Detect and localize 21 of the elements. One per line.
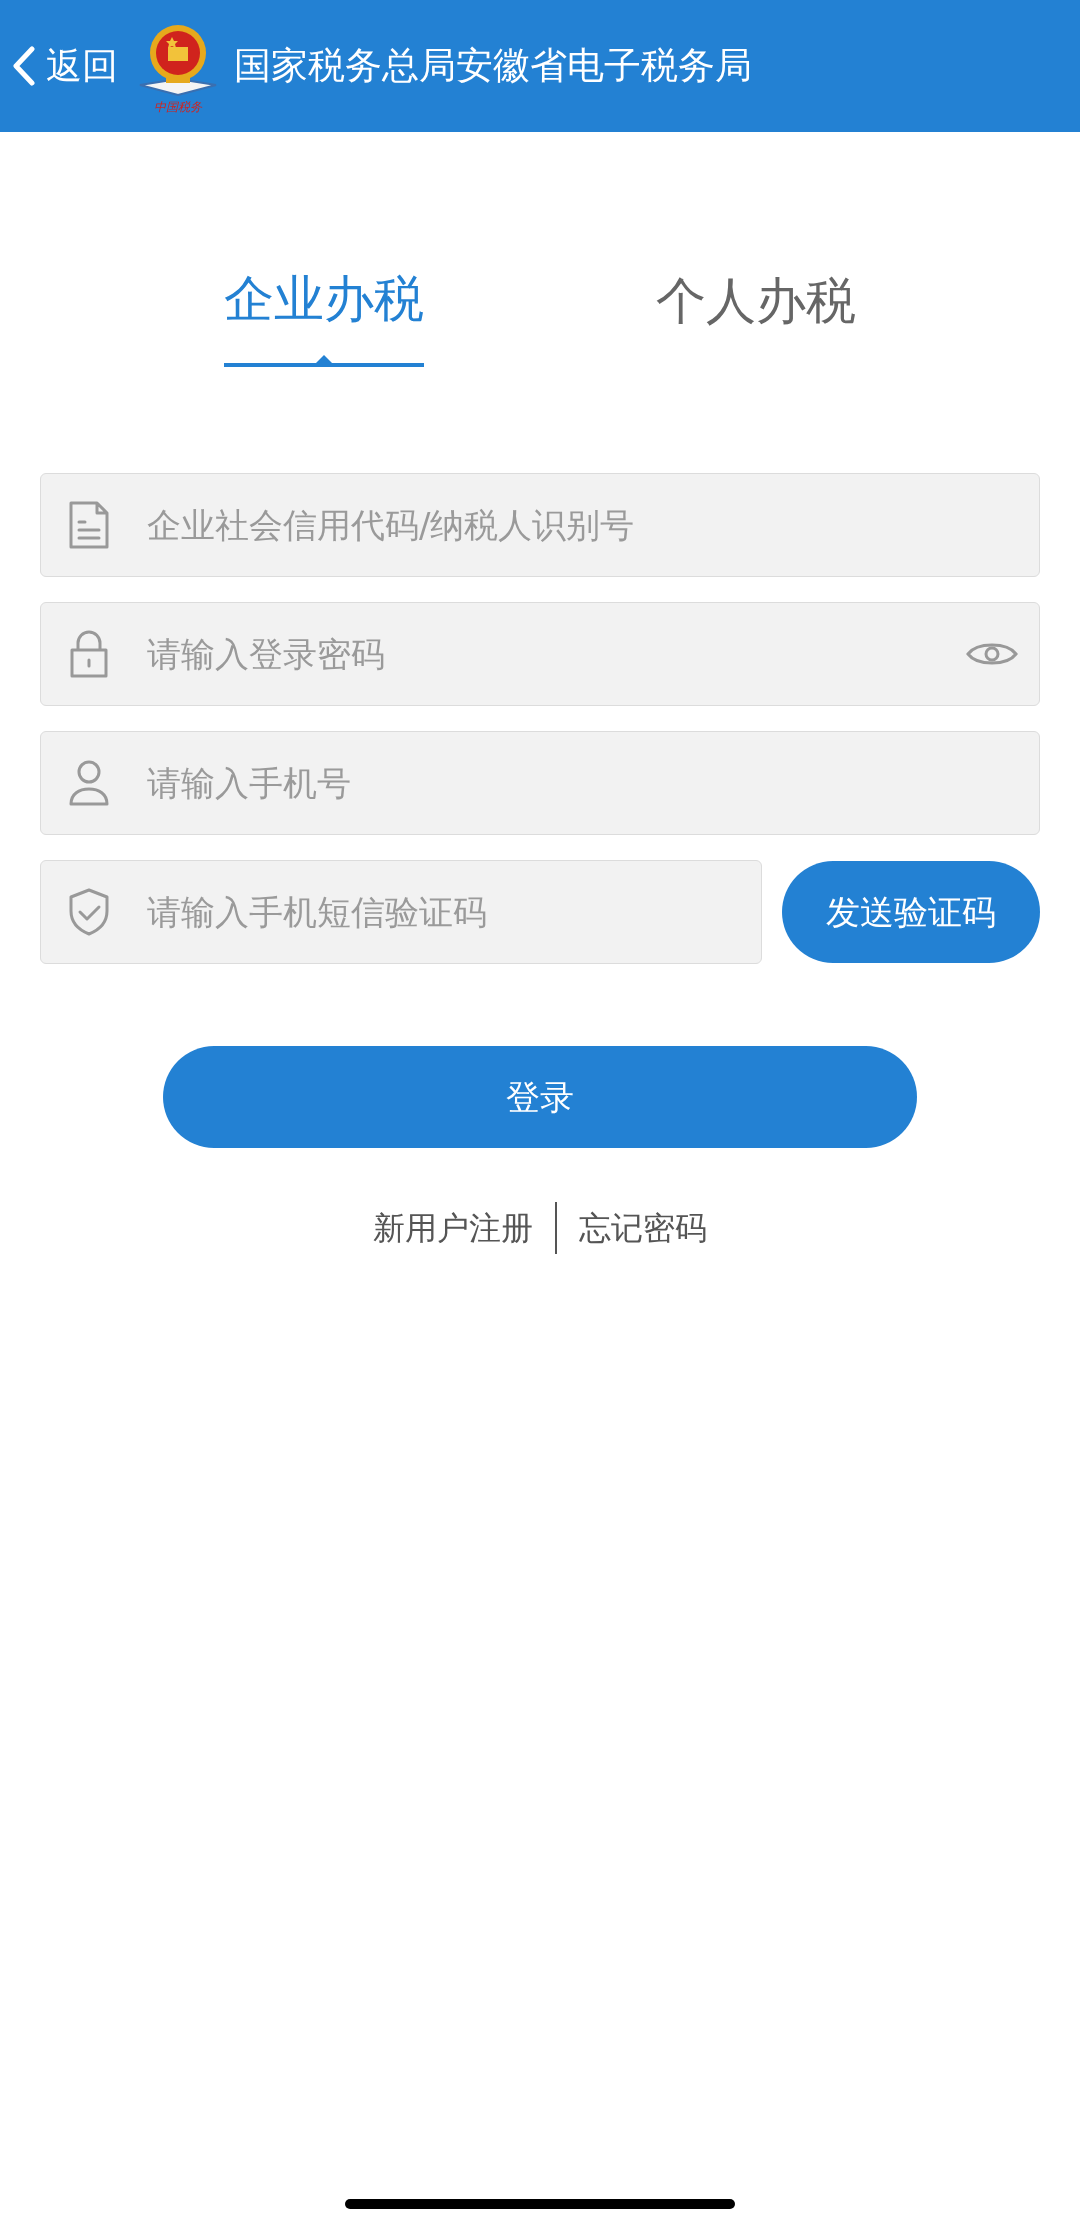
input-field[interactable]: 请输入手机短信验证码 — [40, 860, 762, 964]
tab[interactable]: 个人办税 — [656, 262, 856, 367]
text-input[interactable]: 请输入手机短信验证码 — [145, 882, 741, 942]
send-code-button[interactable]: 发送验证码 — [782, 861, 1040, 963]
login-button[interactable]: 登录 — [163, 1046, 917, 1148]
page-title: 国家税务总局安徽省电子税务局 — [234, 43, 752, 90]
link[interactable]: 忘记密码 — [579, 1204, 707, 1252]
logo-caption: 中国税务 — [154, 101, 202, 113]
person-icon — [67, 758, 111, 808]
document-icon — [67, 500, 111, 550]
input-field[interactable]: 企业社会信用代码/纳税人识别号 — [40, 473, 1040, 577]
back-button[interactable]: 返回 — [0, 39, 118, 93]
input-field[interactable]: 请输入登录密码 — [40, 602, 1040, 706]
link[interactable]: 新用户注册 — [373, 1204, 533, 1252]
input-field[interactable]: 请输入手机号 — [40, 731, 1040, 835]
text-input[interactable]: 请输入手机号 — [145, 753, 1019, 813]
shield-check-icon — [67, 887, 111, 937]
chevron-left-icon — [12, 46, 36, 86]
text-input[interactable]: 请输入登录密码 — [145, 624, 965, 684]
text-input[interactable]: 企业社会信用代码/纳税人识别号 — [145, 495, 1019, 555]
tab[interactable]: 企业办税 — [224, 262, 424, 367]
